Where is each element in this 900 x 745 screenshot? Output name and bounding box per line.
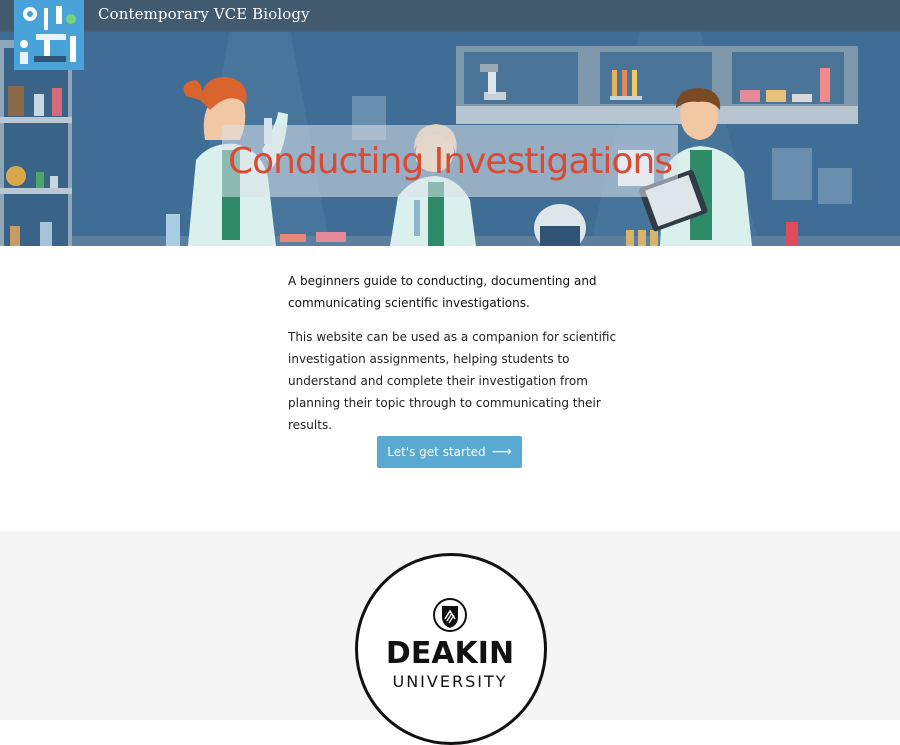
intro-section: A beginners guide to conducting, documen… [288,270,618,448]
hero-banner: Contemporary VCE Biology Conducting Inve… [0,0,900,246]
logo-graphic [14,0,84,70]
microscope-lab-icon[interactable] [14,0,84,70]
arrow-right-icon: ⟶ [491,444,512,460]
intro-body: This website can be used as a companion … [288,330,617,432]
site-title[interactable]: Contemporary VCE Biology [98,5,310,23]
lab-scientists-illustration [0,0,900,246]
deakin-shield-icon [433,598,467,632]
deakin-logo-sub: UNIVERSITY [392,672,508,691]
hero-title: Conducting Investigations [227,140,673,182]
get-started-button[interactable]: Let's get started ⟶ [377,436,522,468]
get-started-label: Let's get started [387,445,486,459]
deakin-logo-name: DEAKIN [385,636,515,671]
intro-lead: A beginners guide to conducting, documen… [288,274,597,310]
